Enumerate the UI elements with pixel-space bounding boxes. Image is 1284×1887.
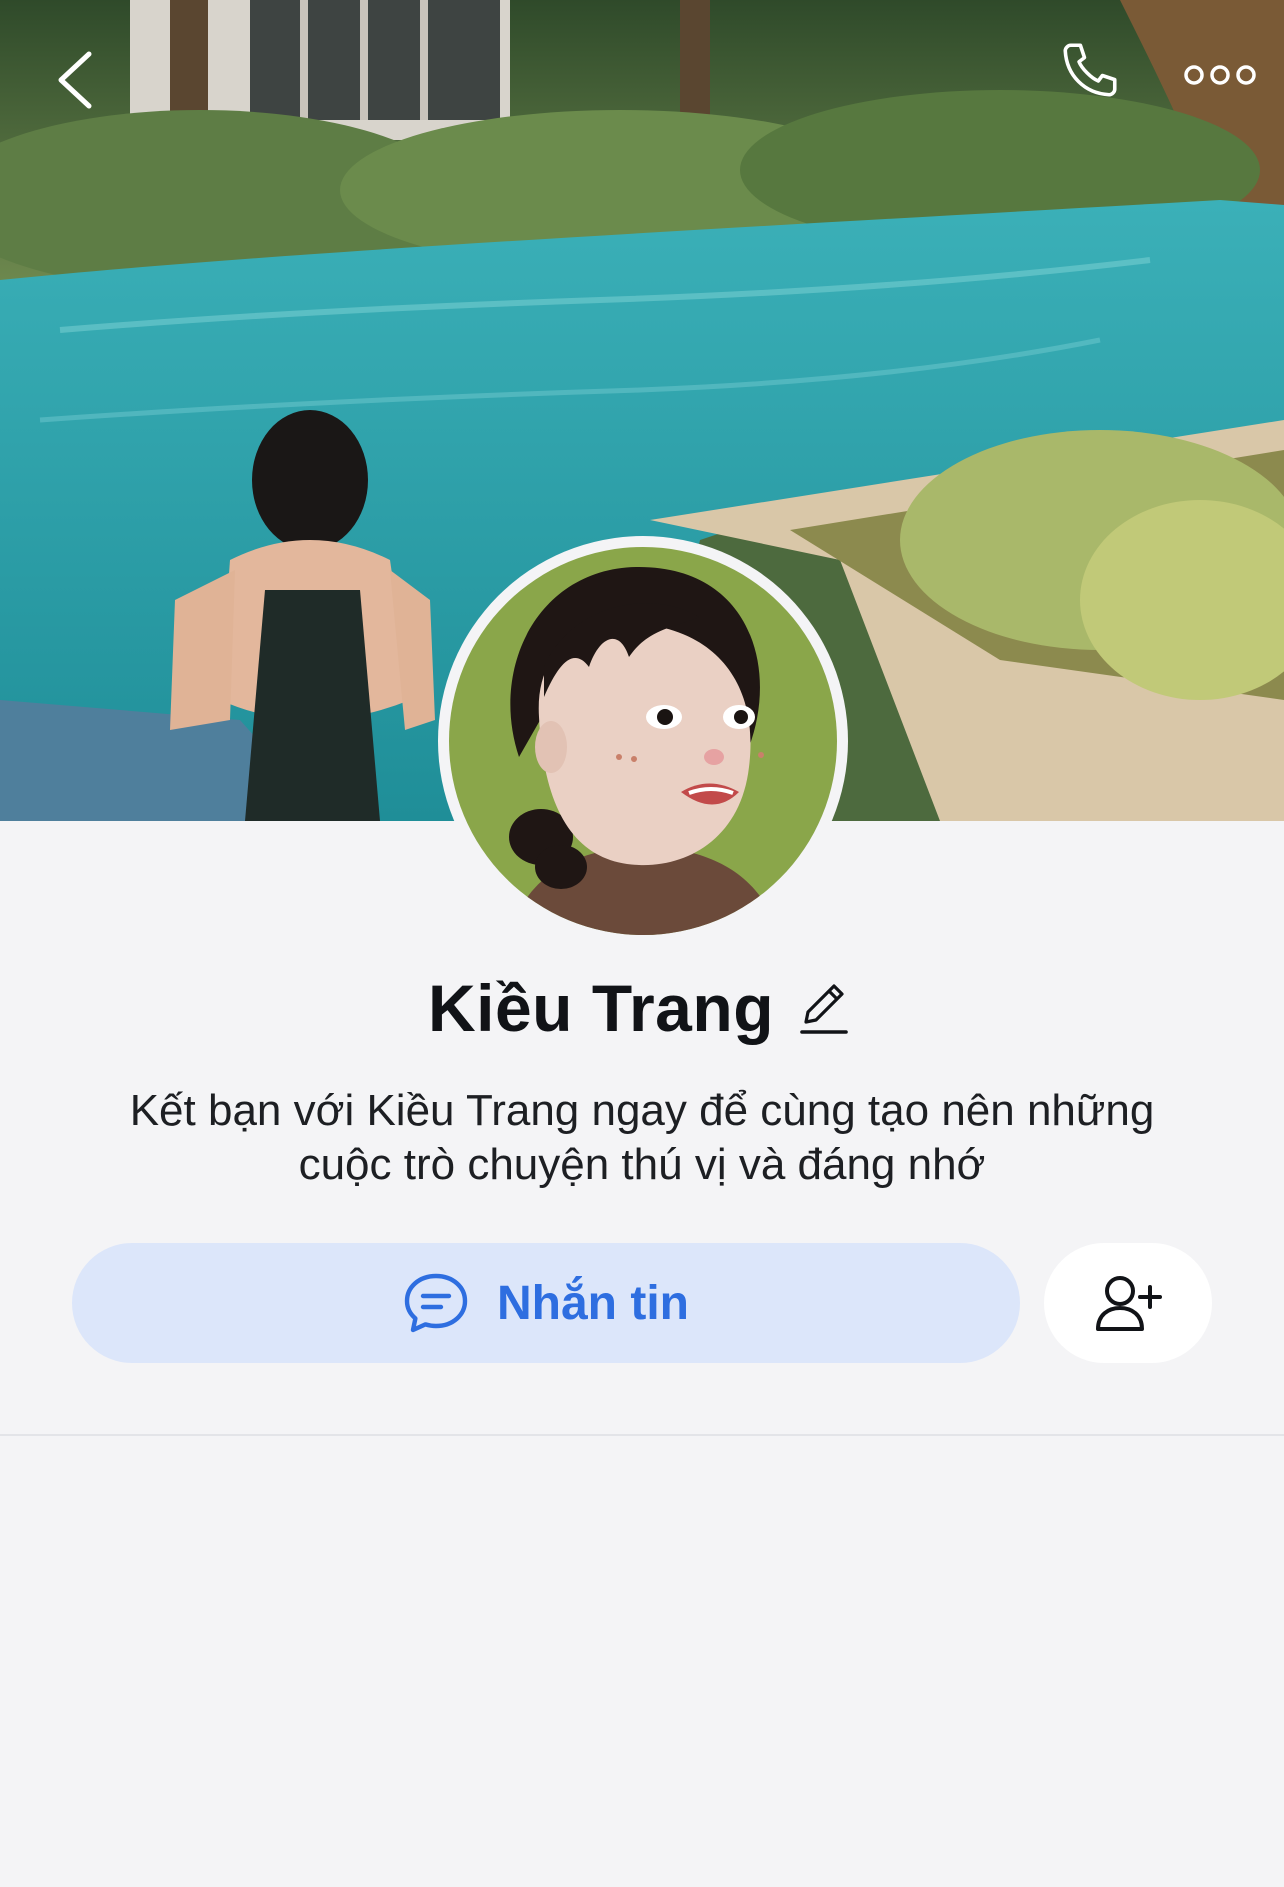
call-button[interactable] xyxy=(1040,20,1140,120)
avatar-illustration xyxy=(449,547,837,935)
profile-name-row: Kiều Trang xyxy=(0,968,1284,1048)
more-horizontal-icon xyxy=(1184,65,1256,85)
message-button-label: Nhắn tin xyxy=(497,1276,689,1330)
section-divider xyxy=(0,1434,1284,1436)
avatar-image xyxy=(449,547,837,935)
profile-bio: Kết bạn với Kiều Trang ngay để cùng tạo … xyxy=(129,1086,1155,1189)
pencil-icon xyxy=(800,984,848,1034)
edit-name-button[interactable] xyxy=(798,976,856,1040)
phone-icon xyxy=(1063,43,1117,97)
profile-name: Kiều Trang xyxy=(427,971,775,1045)
avatar[interactable] xyxy=(438,536,848,946)
chat-bubble-icon xyxy=(404,1273,468,1333)
message-button[interactable]: Nhắn tin xyxy=(72,1243,1020,1363)
chevron-left-icon xyxy=(58,51,92,109)
add-user-icon xyxy=(1096,1276,1162,1331)
more-options-button[interactable] xyxy=(1170,30,1270,120)
add-friend-button[interactable] xyxy=(1044,1243,1212,1363)
back-button[interactable] xyxy=(30,30,120,130)
